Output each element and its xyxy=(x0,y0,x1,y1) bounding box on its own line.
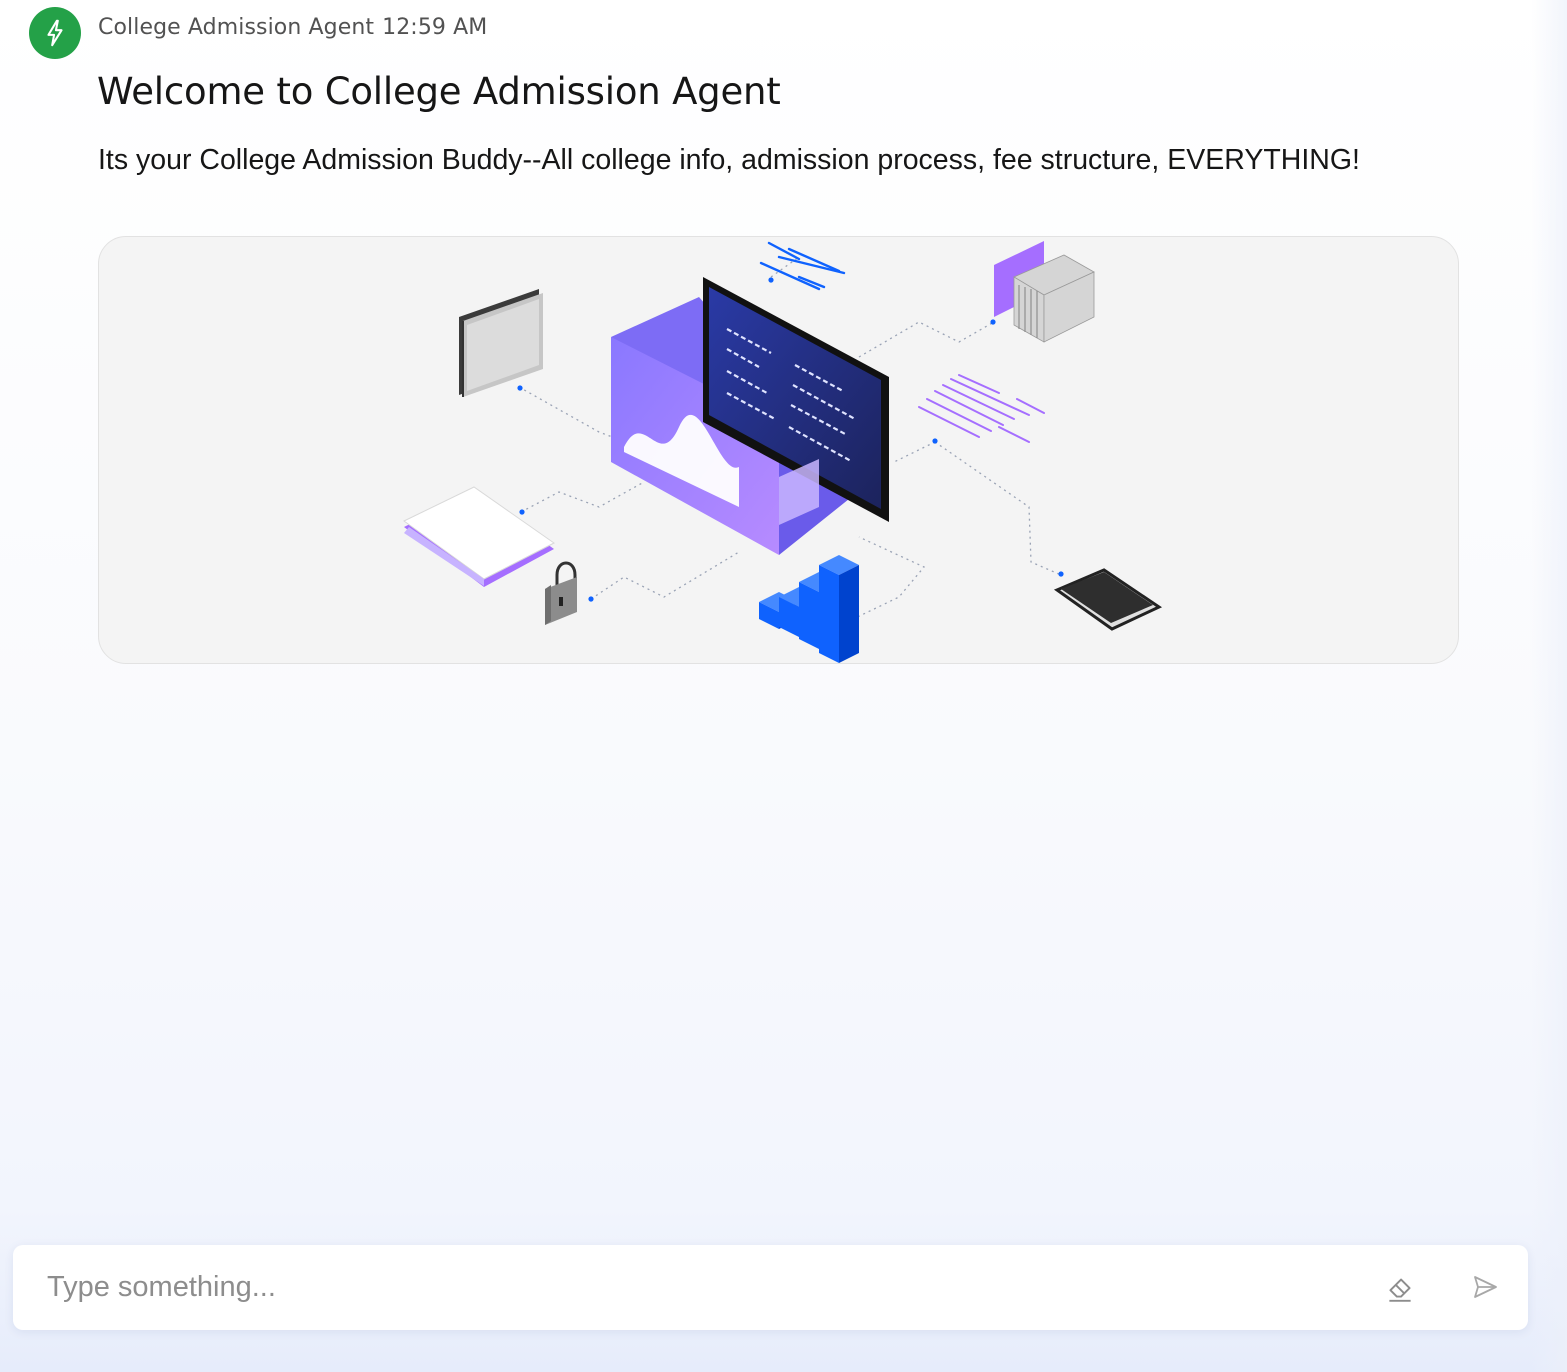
send-button[interactable] xyxy=(1463,1265,1507,1309)
padlock-icon xyxy=(545,561,577,625)
agent-avatar xyxy=(29,7,81,59)
clear-button[interactable] xyxy=(1378,1265,1422,1309)
author-name: College Admission Agent xyxy=(98,15,375,40)
window-edge xyxy=(1531,0,1567,1372)
welcome-subtitle: Its your College Admission Buddy--All co… xyxy=(98,144,1360,176)
send-icon xyxy=(1474,1276,1497,1298)
eraser-icon xyxy=(1389,1278,1411,1302)
message-time: 12:59 AM xyxy=(382,15,488,40)
welcome-illustration xyxy=(98,236,1459,664)
folder-icon xyxy=(459,289,543,397)
bar-chart-icon xyxy=(759,555,859,663)
message-meta: College Admission Agent 12:59 AM xyxy=(98,15,487,40)
lightning-icon xyxy=(47,19,63,47)
welcome-title: Welcome to College Admission Agent xyxy=(97,70,781,113)
text-lines-icon xyxy=(918,374,1045,443)
message-input[interactable] xyxy=(47,1263,1337,1311)
server-stack-icon xyxy=(994,241,1095,343)
message-composer xyxy=(13,1245,1528,1330)
book-icon xyxy=(403,486,555,587)
code-monitor-icon xyxy=(611,277,889,555)
tablet-icon xyxy=(1053,568,1163,631)
